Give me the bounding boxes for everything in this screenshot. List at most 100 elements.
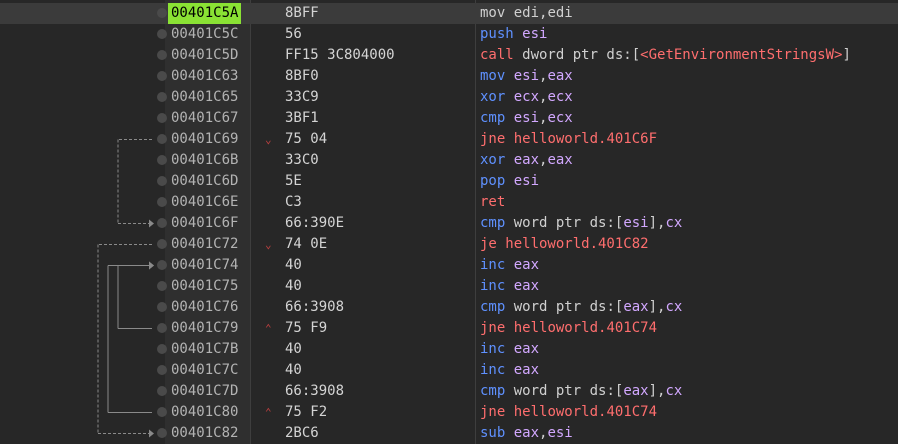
jump-direction-icon: ⌄: [265, 238, 272, 251]
instruction-text: je helloworld.401C82: [480, 234, 649, 255]
instruction-token: eax: [505, 362, 540, 378]
instruction-bytes: 75 F2: [285, 404, 328, 420]
breakpoint-toggle[interactable]: [157, 197, 167, 207]
breakpoint-toggle[interactable]: [157, 113, 167, 123]
disassembly-view[interactable]: 00401C5A 8BFF mov edi,edi 00401C5C 56 push es…: [0, 0, 898, 444]
instruction-bytes: C3: [285, 194, 302, 210]
instruction-token: xor: [480, 152, 506, 168]
instruction-row[interactable]: 00401C5D FF15 3C804000 call dword ptr ds:[…: [0, 45, 898, 66]
instruction-row[interactable]: 00401C80 ⌃ 75 F2 jne helloworld.401C74: [0, 402, 898, 423]
instruction-row[interactable]: 00401C82 2BC6 sub eax,esi: [0, 423, 898, 444]
instruction-bytes: 8BF0: [285, 68, 319, 84]
instruction-bytes: 66:3908: [285, 383, 345, 399]
instruction-text: push esi: [480, 24, 547, 45]
instruction-bytes: 33C9: [285, 89, 319, 105]
instruction-token: esi: [623, 215, 649, 231]
instruction-text: jne helloworld.401C6F: [480, 129, 657, 150]
breakpoint-toggle[interactable]: [157, 8, 167, 18]
breakpoint-toggle[interactable]: [157, 134, 167, 144]
instruction-row[interactable]: 00401C76 66:3908 cmp word ptr ds:[eax],cx: [0, 297, 898, 318]
jump-direction-icon: ⌃: [265, 406, 272, 419]
breakpoint-toggle[interactable]: [157, 323, 167, 333]
instruction-row[interactable]: 00401C65 33C9 xor ecx,ecx: [0, 87, 898, 108]
breakpoint-toggle[interactable]: [157, 386, 167, 396]
instruction-token: <GetEnvironmentStringsW>: [640, 47, 843, 63]
instruction-text: inc eax: [480, 276, 539, 297]
instruction-row[interactable]: 00401C74 40 inc eax: [0, 255, 898, 276]
instruction-token: dword ptr ds:[: [513, 47, 641, 63]
instruction-row[interactable]: 00401C79 ⌃ 75 F9 jne helloworld.401C74: [0, 318, 898, 339]
instruction-row[interactable]: 00401C5A 8BFF mov edi,edi: [0, 3, 898, 24]
instruction-token: ecx: [505, 89, 540, 105]
instruction-address: 00401C72: [171, 236, 239, 252]
instruction-token: cmp: [480, 299, 506, 315]
breakpoint-toggle[interactable]: [157, 407, 167, 417]
instruction-row[interactable]: 00401C69 ⌄ 75 04 jne helloworld.401C6F: [0, 129, 898, 150]
instruction-token: eax: [623, 299, 649, 315]
instruction-token: esi: [505, 173, 540, 189]
instruction-text: pop esi: [480, 171, 539, 192]
instruction-address: 00401C69: [171, 131, 239, 147]
instruction-row[interactable]: 00401C6D 5E pop esi: [0, 171, 898, 192]
breakpoint-toggle[interactable]: [157, 155, 167, 165]
instruction-address: 00401C5D: [171, 47, 239, 63]
instruction-bytes: 40: [285, 278, 302, 294]
instruction-address: 00401C7D: [171, 383, 239, 399]
instruction-token: jne: [480, 320, 506, 336]
instruction-row[interactable]: 00401C67 3BF1 cmp esi,ecx: [0, 108, 898, 129]
instruction-token: eax: [505, 278, 540, 294]
breakpoint-toggle[interactable]: [157, 176, 167, 186]
breakpoint-toggle[interactable]: [157, 302, 167, 312]
instruction-token: ret: [480, 194, 506, 210]
instruction-address: 00401C7C: [171, 362, 239, 378]
instruction-row[interactable]: 00401C7D 66:3908 cmp word ptr ds:[eax],cx: [0, 381, 898, 402]
breakpoint-toggle[interactable]: [157, 365, 167, 375]
instruction-row[interactable]: 00401C7C 40 inc eax: [0, 360, 898, 381]
instruction-text: jne helloworld.401C74: [480, 318, 657, 339]
instruction-token: helloworld.401C74: [505, 320, 658, 336]
instruction-row[interactable]: 00401C63 8BF0 mov esi,eax: [0, 66, 898, 87]
instruction-address: 00401C7B: [171, 341, 239, 357]
instruction-text: ret: [480, 192, 505, 213]
instruction-row[interactable]: 00401C5C 56 push esi: [0, 24, 898, 45]
instruction-text: xor eax,eax: [480, 150, 573, 171]
breakpoint-toggle[interactable]: [157, 260, 167, 270]
instruction-address: 00401C76: [171, 299, 239, 315]
instruction-bytes: FF15 3C804000: [285, 47, 395, 63]
instruction-text: call dword ptr ds:[<GetEnvironmentString…: [480, 45, 851, 66]
instruction-token: esi: [513, 26, 548, 42]
breakpoint-toggle[interactable]: [157, 218, 167, 228]
instruction-bytes: 40: [285, 362, 302, 378]
instruction-bytes: 33C0: [285, 152, 319, 168]
breakpoint-toggle[interactable]: [157, 239, 167, 249]
instruction-bytes: 66:390E: [285, 215, 345, 231]
instruction-token: cx: [665, 215, 683, 231]
breakpoint-toggle[interactable]: [157, 344, 167, 354]
instruction-address: 00401C79: [171, 320, 239, 336]
instruction-token: inc: [480, 257, 506, 273]
instruction-row[interactable]: 00401C75 40 inc eax: [0, 276, 898, 297]
instruction-text: cmp esi,ecx: [480, 108, 573, 129]
breakpoint-toggle[interactable]: [157, 428, 167, 438]
instruction-token: eax: [505, 425, 540, 441]
instruction-token: ],: [648, 215, 666, 231]
instruction-token: jne: [480, 131, 506, 147]
instruction-address: 00401C6D: [171, 173, 239, 189]
instruction-address: 00401C6F: [171, 215, 239, 231]
breakpoint-toggle[interactable]: [157, 50, 167, 60]
breakpoint-toggle[interactable]: [157, 71, 167, 81]
instruction-token: ],: [648, 299, 666, 315]
instruction-text: cmp word ptr ds:[eax],cx: [480, 297, 682, 318]
instruction-row[interactable]: 00401C6E C3 ret: [0, 192, 898, 213]
breakpoint-toggle[interactable]: [157, 281, 167, 291]
instruction-row[interactable]: 00401C6F 66:390E cmp word ptr ds:[esi],cx: [0, 213, 898, 234]
instruction-row[interactable]: 00401C7B 40 inc eax: [0, 339, 898, 360]
instruction-row[interactable]: 00401C72 ⌄ 74 0E je helloworld.401C82: [0, 234, 898, 255]
instruction-token: cx: [665, 299, 683, 315]
instruction-token: eax: [505, 152, 540, 168]
instruction-row[interactable]: 00401C6B 33C0 xor eax,eax: [0, 150, 898, 171]
breakpoint-toggle[interactable]: [157, 29, 167, 39]
instruction-token: je: [480, 236, 497, 252]
breakpoint-toggle[interactable]: [157, 92, 167, 102]
instruction-bytes: 5E: [285, 173, 302, 189]
